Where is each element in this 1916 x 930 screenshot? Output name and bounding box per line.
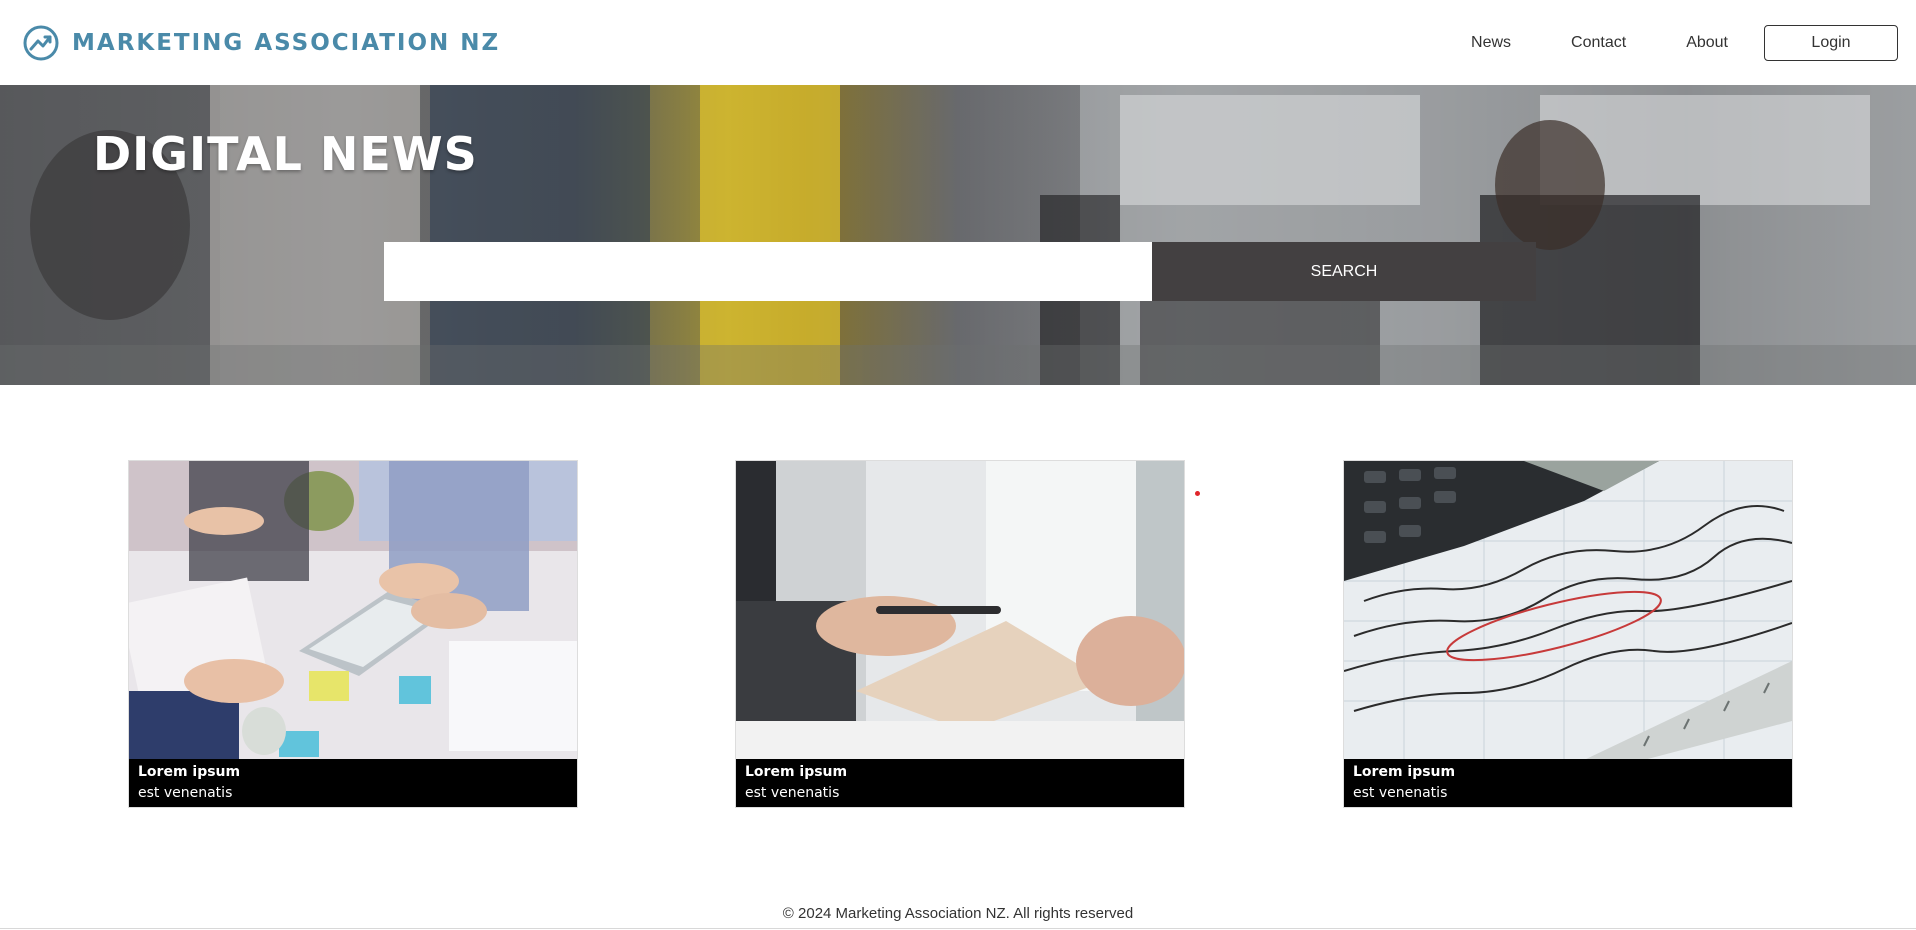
footer-copyright: © 2024 Marketing Association NZ. All rig… [782, 905, 1134, 922]
card-subtitle: est venenatis [138, 785, 233, 801]
nav-news[interactable]: News [1471, 34, 1511, 52]
card-image-meeting [129, 461, 577, 760]
brand-logo[interactable]: MARKETING ASSOCIATION NZ [22, 24, 500, 62]
card-caption: Lorem ipsum est venenatis [736, 759, 1184, 807]
site-header: MARKETING ASSOCIATION NZ News Contact Ab… [0, 0, 1916, 85]
news-card-1[interactable]: Lorem ipsum est venenatis [128, 460, 578, 808]
main-nav: News Contact About Login [1471, 25, 1898, 61]
page-title: DIGITAL NEWS [93, 127, 478, 181]
news-card-2[interactable]: Lorem ipsum est venenatis [735, 460, 1185, 808]
card-title: Lorem ipsum [745, 764, 848, 780]
card-caption: Lorem ipsum est venenatis [1344, 759, 1792, 807]
card-subtitle: est venenatis [745, 785, 840, 801]
search-button[interactable]: SEARCH [1152, 242, 1536, 301]
card-caption: Lorem ipsum est venenatis [129, 759, 577, 807]
search-input[interactable] [384, 242, 1152, 301]
trending-up-icon [23, 25, 59, 61]
brand-name: MARKETING ASSOCIATION NZ [72, 30, 501, 56]
card-image-calculator-notes [1344, 461, 1792, 760]
nav-about[interactable]: About [1686, 34, 1728, 52]
nav-contact[interactable]: Contact [1571, 34, 1626, 52]
card-image-handshake-document [736, 461, 1184, 760]
card-title: Lorem ipsum [138, 764, 241, 780]
cursor-marker [1195, 491, 1200, 496]
login-button[interactable]: Login [1764, 25, 1898, 61]
footer-divider [0, 928, 1916, 929]
hero-banner: DIGITAL NEWS SEARCH [0, 85, 1916, 385]
card-subtitle: est venenatis [1353, 785, 1448, 801]
card-title: Lorem ipsum [1353, 764, 1456, 780]
news-card-3[interactable]: Lorem ipsum est venenatis [1343, 460, 1793, 808]
